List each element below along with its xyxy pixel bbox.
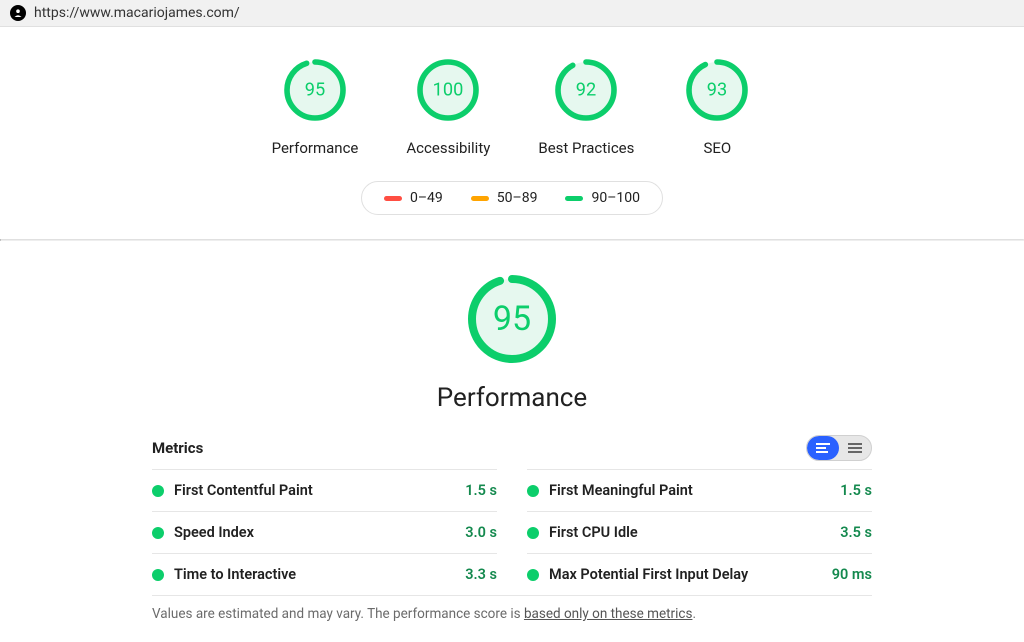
status-dot-icon <box>152 485 164 497</box>
metrics-view-toggle[interactable] <box>806 435 872 461</box>
legend-green: 90–100 <box>565 190 640 206</box>
metric-row: First Contentful Paint 1.5 s <box>152 469 497 511</box>
metric-row: Time to Interactive 3.3 s <box>152 553 497 595</box>
gauge-seo[interactable]: 93 SEO <box>682 55 752 157</box>
gauges-row: 95 Performance 100 Accessibility 92 Best… <box>0 27 1024 167</box>
align-left-icon <box>816 441 830 455</box>
svg-text:92: 92 <box>576 80 596 101</box>
metric-value: 3.5 s <box>840 524 872 541</box>
metric-row: First CPU Idle 3.5 s <box>527 511 872 553</box>
legend-orange: 50–89 <box>471 190 538 206</box>
legend: 0–49 50–89 90–100 <box>0 181 1024 215</box>
status-dot-icon <box>152 527 164 539</box>
svg-text:100: 100 <box>433 80 464 101</box>
svg-text:95: 95 <box>305 80 325 101</box>
metric-name: Max Potential First Input Delay <box>549 566 748 583</box>
svg-text:95: 95 <box>493 299 531 339</box>
legend-red: 0–49 <box>384 190 443 206</box>
metrics-footnote: Values are estimated and may vary. The p… <box>152 595 872 642</box>
metric-row: Max Potential First Input Delay 90 ms <box>527 553 872 595</box>
main-gauge: 95 <box>462 269 562 373</box>
legend-orange-label: 50–89 <box>497 190 538 206</box>
gauge-label: Best Practices <box>538 139 634 157</box>
metric-name: First Meaningful Paint <box>549 482 693 499</box>
main-gauge-title: Performance <box>437 383 587 413</box>
toggle-compact-button[interactable] <box>839 436 871 460</box>
metric-row: Speed Index 3.0 s <box>152 511 497 553</box>
gauge-label: SEO <box>682 139 752 157</box>
url-text: https://www.macariojames.com/ <box>34 5 240 21</box>
footnote-prefix: Values are estimated and may vary. The p… <box>152 606 524 622</box>
metric-name: Speed Index <box>174 524 254 541</box>
gauge-best-practices[interactable]: 92 Best Practices <box>538 55 634 157</box>
metrics-grid: First Contentful Paint 1.5 s Speed Index… <box>152 469 872 595</box>
swatch-orange-icon <box>471 196 489 201</box>
main-gauge-section: 95 Performance <box>0 241 1024 423</box>
legend-red-label: 0–49 <box>410 190 443 206</box>
svg-text:93: 93 <box>707 80 727 101</box>
status-dot-icon <box>527 569 539 581</box>
gauge-label: Performance <box>272 139 359 157</box>
metric-name: First CPU Idle <box>549 524 638 541</box>
metric-value: 3.0 s <box>465 524 497 541</box>
footnote-suffix: . <box>692 606 696 622</box>
gauge-performance[interactable]: 95 Performance <box>272 55 359 157</box>
metrics-title: Metrics <box>152 439 203 457</box>
footnote-link[interactable]: based only on these metrics <box>524 606 692 622</box>
metric-row: First Meaningful Paint 1.5 s <box>527 469 872 511</box>
align-justify-icon <box>848 441 862 455</box>
metric-value: 90 ms <box>832 566 872 583</box>
status-dot-icon <box>152 569 164 581</box>
metrics-section: Metrics First Contentful Paint 1.5 s Spe… <box>152 423 872 642</box>
status-dot-icon <box>527 527 539 539</box>
metric-value: 3.3 s <box>465 566 497 583</box>
toggle-expanded-button[interactable] <box>807 436 839 460</box>
swatch-green-icon <box>565 196 583 201</box>
metric-name: First Contentful Paint <box>174 482 313 499</box>
url-bar: https://www.macariojames.com/ <box>0 0 1024 27</box>
metric-name: Time to Interactive <box>174 566 296 583</box>
metrics-header: Metrics <box>152 431 872 469</box>
swatch-red-icon <box>384 196 402 201</box>
status-dot-icon <box>527 485 539 497</box>
favicon-icon <box>10 5 26 21</box>
metric-value: 1.5 s <box>465 482 497 499</box>
legend-green-label: 90–100 <box>591 190 640 206</box>
gauge-label: Accessibility <box>406 139 490 157</box>
metric-value: 1.5 s <box>840 482 872 499</box>
gauge-accessibility[interactable]: 100 Accessibility <box>406 55 490 157</box>
